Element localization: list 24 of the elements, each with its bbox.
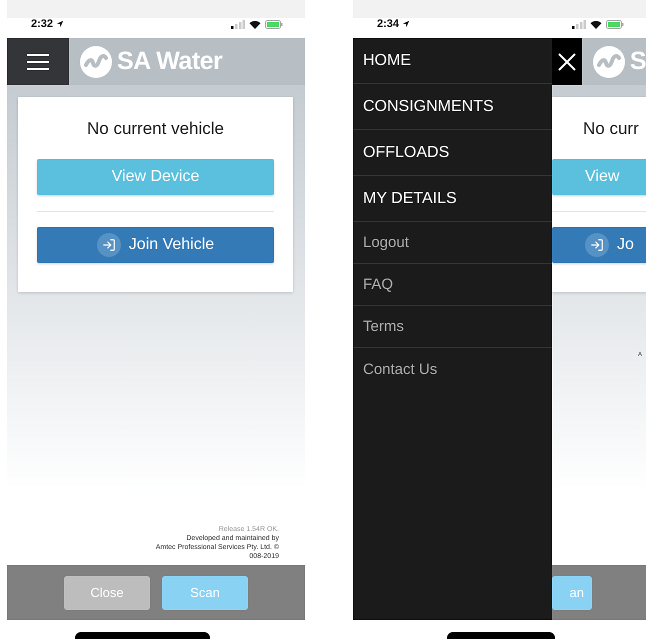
close-icon: [558, 52, 576, 70]
join-vehicle-button[interactable]: Join Vehicle: [37, 227, 274, 263]
status-time: 2:34: [377, 18, 400, 30]
location-arrow-icon: [56, 20, 64, 28]
vehicle-message: No curr: [583, 119, 640, 139]
logo-icon: [592, 46, 625, 78]
wifi-icon: [590, 20, 602, 28]
battery-icon: [606, 20, 624, 28]
wifi-icon: [249, 20, 261, 28]
menu-icon: [27, 54, 49, 70]
battery-icon: [265, 20, 283, 28]
menu-button[interactable]: [7, 38, 69, 85]
sign-in-icon: [96, 233, 121, 257]
sign-in-icon: [585, 233, 609, 257]
logo-text: SA Water: [117, 47, 222, 76]
join-vehicle-button[interactable]: Jo: [552, 227, 646, 263]
status-time: 2:32: [31, 18, 54, 30]
vehicle-message: No current vehicle: [86, 119, 225, 139]
signal-icon: [231, 20, 245, 28]
location-arrow-icon: [402, 20, 410, 28]
close-menu-button[interactable]: [552, 38, 582, 85]
logo-icon: [80, 46, 112, 78]
logo-text: S: [630, 47, 646, 76]
signal-icon: [572, 20, 586, 28]
